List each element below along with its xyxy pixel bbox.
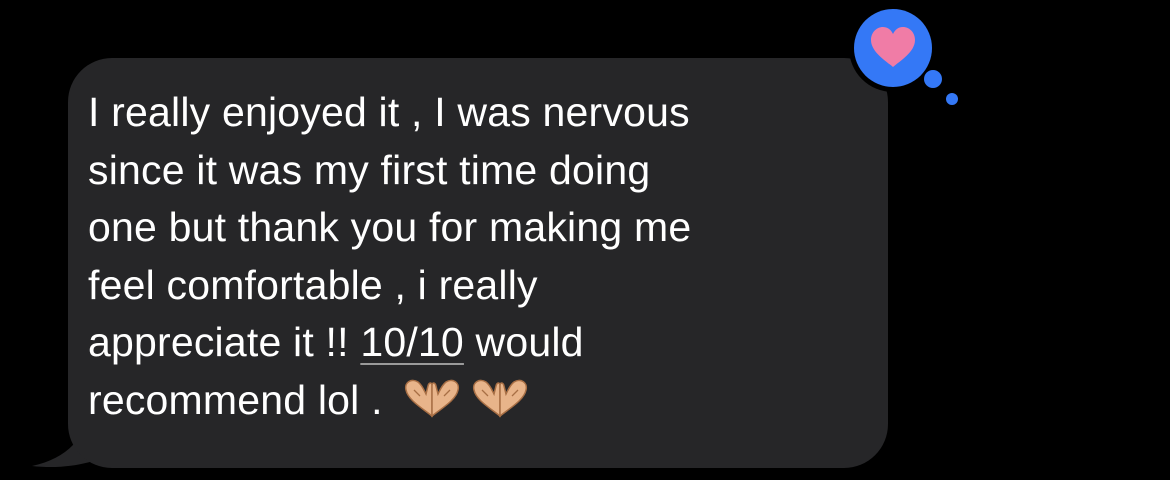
tapback-reaction[interactable]: [836, 3, 966, 113]
heart-hands-emoji: [402, 376, 462, 436]
heart-hands-icon: [473, 379, 528, 418]
message-line: would: [463, 319, 584, 365]
heart-hands-icon: [405, 379, 460, 418]
tapback-tail-small: [946, 93, 958, 105]
detected-data-link[interactable]: 10/10: [360, 319, 464, 365]
message-line: feel comfortable , i really: [88, 261, 538, 308]
heart-hands-emoji: [470, 376, 530, 436]
message-line: since it was my first time doing: [88, 146, 651, 193]
message-line: one but thank you for making me: [88, 204, 692, 250]
message-line: appreciate it !!: [88, 319, 361, 365]
received-message[interactable]: I really enjoyed it , I was nervous sinc…: [28, 58, 888, 470]
message-line: I really enjoyed it , I was nervous: [88, 89, 690, 135]
message-line: recommend lol .: [88, 376, 395, 423]
message-text: I really enjoyed it , I was nervous sinc…: [88, 84, 848, 435]
tapback-tail-large: [924, 70, 942, 88]
message-thread: I really enjoyed it , I was nervous sinc…: [0, 0, 1170, 480]
